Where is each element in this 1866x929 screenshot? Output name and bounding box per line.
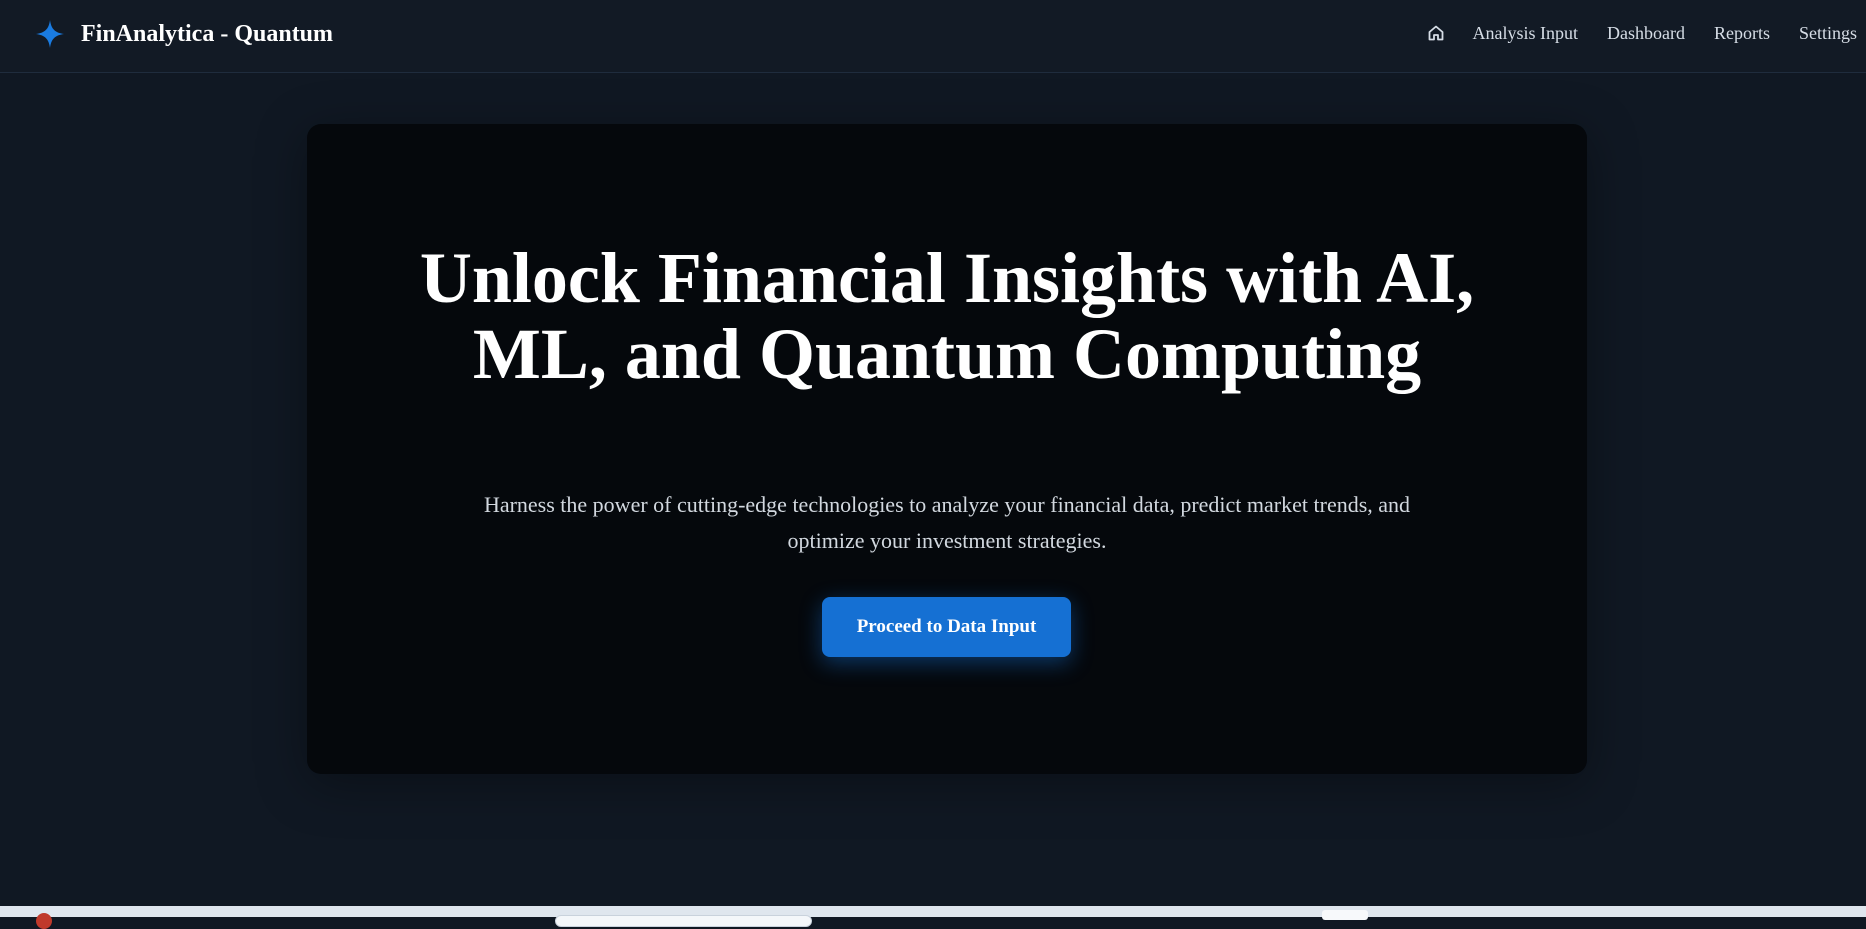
sparkle-star-icon: [34, 18, 66, 50]
home-icon[interactable]: [1425, 22, 1447, 44]
brand[interactable]: FinAnalytica - Quantum: [34, 14, 333, 54]
hero-title: Unlock Financial Insights with AI, ML, a…: [347, 240, 1547, 392]
proceed-to-data-input-button[interactable]: Proceed to Data Input: [822, 597, 1071, 657]
nav-link-reports[interactable]: Reports: [1714, 23, 1770, 44]
taskbar: [0, 906, 1866, 917]
hero-subtitle: Harness the power of cutting-edge techno…: [447, 487, 1447, 559]
taskbar-app-icon[interactable]: [36, 913, 52, 929]
brand-title: FinAnalytica - Quantum: [81, 21, 333, 48]
nav-link-analysis-input[interactable]: Analysis Input: [1473, 23, 1579, 44]
main-nav: Analysis Input Dashboard Reports Setting…: [1425, 0, 1866, 66]
nav-link-settings[interactable]: Settings: [1799, 23, 1857, 44]
nav-link-dashboard[interactable]: Dashboard: [1607, 23, 1685, 44]
top-navbar: FinAnalytica - Quantum Analysis Input Da…: [0, 0, 1866, 73]
hero-card: Unlock Financial Insights with AI, ML, a…: [307, 124, 1587, 774]
taskbar-app-tile[interactable]: [1322, 910, 1368, 920]
